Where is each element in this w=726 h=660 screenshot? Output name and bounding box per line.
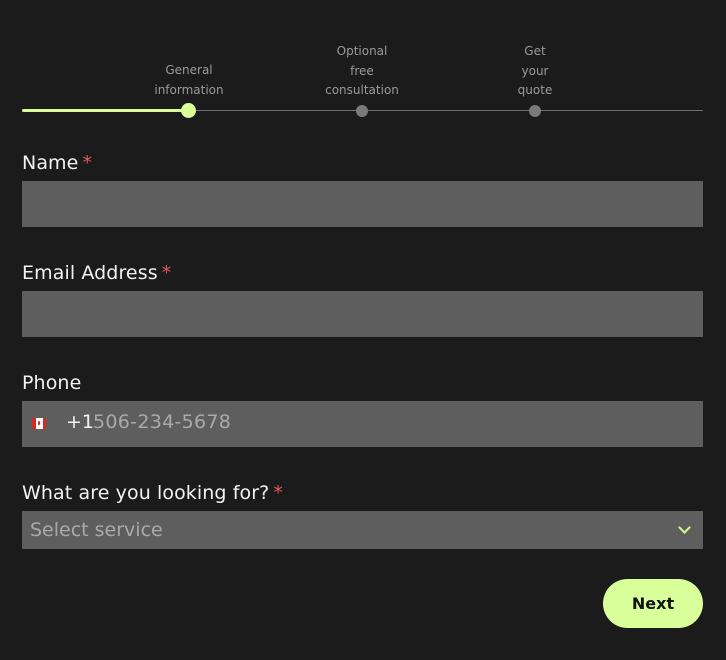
step-label-get-your-quote: Get your quote <box>480 42 590 101</box>
step-label-line: General <box>165 63 213 77</box>
dial-code: +1 <box>66 411 95 433</box>
name-label-text: Name <box>22 152 79 174</box>
phone-placeholder: 506-234-5678 <box>93 411 232 433</box>
email-label-text: Email Address <box>22 262 158 284</box>
phone-label: Phone <box>22 372 81 394</box>
step-label-optional-free-consultation: Optional free consultation <box>307 42 417 101</box>
required-mark: * <box>161 262 172 284</box>
quote-form-page: General information Optional free consul… <box>0 0 726 660</box>
step-label-general-information: General information <box>134 61 244 100</box>
progress-stepper: General information Optional free consul… <box>0 0 726 130</box>
service-label-text: What are you looking for? <box>22 482 270 504</box>
service-select[interactable]: Select service <box>22 511 703 549</box>
canada-flag-icon[interactable] <box>32 418 46 429</box>
name-input[interactable] <box>22 181 703 227</box>
phone-input[interactable]: +1 506-234-5678 <box>22 401 703 447</box>
step-label-line: your <box>521 63 549 78</box>
step-label-line: quote <box>517 83 553 97</box>
step-label-line: information <box>154 82 224 97</box>
step-label-line: Get <box>524 44 546 58</box>
step-dot-general-information[interactable] <box>181 103 196 118</box>
step-dot-optional-free-consultation[interactable] <box>356 105 368 117</box>
chevron-down-icon <box>678 521 691 534</box>
phone-label-text: Phone <box>22 372 82 394</box>
step-label-line: free <box>350 63 374 78</box>
step-label-line: Optional <box>336 44 388 58</box>
step-label-line: consultation <box>325 83 399 97</box>
required-mark: * <box>273 482 283 504</box>
required-mark: * <box>82 152 93 174</box>
next-button[interactable]: Next <box>603 579 703 628</box>
service-label: What are you looking for? * <box>22 482 283 504</box>
stepper-progress-fill <box>22 109 189 112</box>
email-label: Email Address * <box>22 262 171 284</box>
name-label: Name * <box>22 152 92 174</box>
service-select-placeholder: Select service <box>30 519 163 541</box>
email-input[interactable] <box>22 291 703 337</box>
step-dot-get-your-quote[interactable] <box>529 105 541 117</box>
